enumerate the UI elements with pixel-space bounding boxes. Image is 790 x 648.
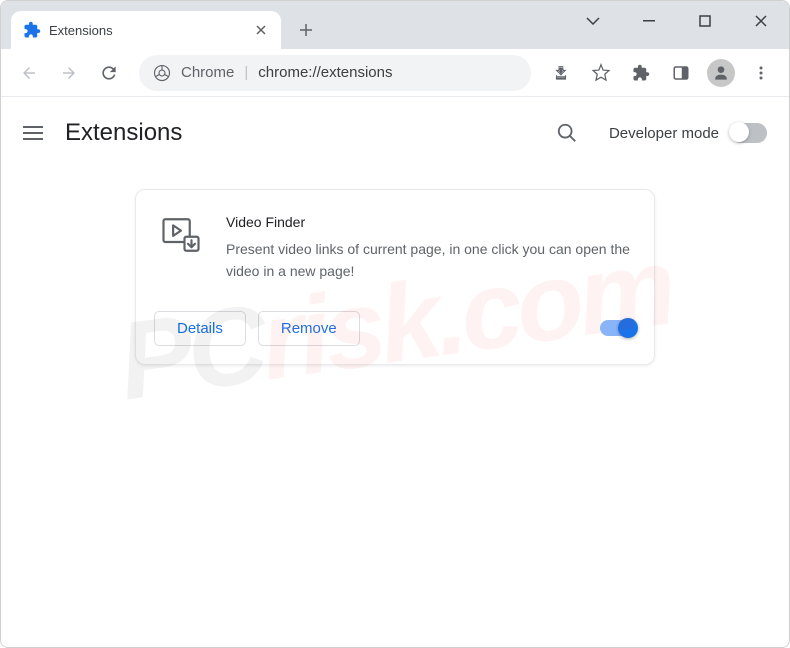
extensions-page: Extensions Developer mode — [1, 97, 789, 647]
menu-hamburger-button[interactable] — [23, 126, 43, 140]
window-maximize-button[interactable] — [677, 1, 733, 41]
browser-tab[interactable]: Extensions — [11, 11, 281, 49]
minimize-icon — [643, 20, 655, 22]
window-minimize-button[interactable] — [621, 1, 677, 41]
kebab-icon — [753, 65, 769, 81]
developer-mode-toggle[interactable] — [731, 123, 767, 143]
chrome-icon — [153, 64, 171, 82]
extension-name: Video Finder — [226, 214, 630, 230]
window-close-button[interactable] — [733, 1, 789, 41]
extensions-list: Video Finder Present video links of curr… — [1, 169, 789, 385]
search-icon — [556, 122, 578, 144]
menu-button[interactable] — [743, 55, 779, 91]
star-icon — [591, 63, 611, 83]
page-header: Extensions Developer mode — [1, 97, 789, 169]
back-button[interactable] — [11, 55, 47, 91]
puzzle-piece-icon — [632, 64, 650, 82]
omnibox-url: chrome://extensions — [258, 64, 517, 81]
omnibox[interactable]: Chrome | chrome://extensions — [139, 55, 531, 91]
bookmark-button[interactable] — [583, 55, 619, 91]
extension-card: Video Finder Present video links of curr… — [135, 189, 655, 365]
sidepanel-icon — [672, 64, 690, 82]
extension-footer: Details Remove — [136, 299, 654, 364]
developer-mode-label: Developer mode — [609, 125, 719, 142]
omnibox-source-label: Chrome — [181, 64, 234, 81]
extension-enable-toggle[interactable] — [600, 320, 636, 336]
window-dropdown-button[interactable] — [565, 1, 621, 41]
maximize-icon — [699, 15, 711, 27]
profile-avatar[interactable] — [707, 59, 735, 87]
details-button[interactable]: Details — [154, 311, 246, 346]
tab-close-button[interactable] — [253, 22, 269, 38]
plus-icon — [299, 23, 313, 37]
extensions-button[interactable] — [623, 55, 659, 91]
video-finder-icon — [160, 214, 202, 256]
chevron-down-icon — [586, 17, 600, 25]
person-icon — [711, 63, 731, 83]
new-tab-button[interactable] — [291, 15, 321, 45]
reload-button[interactable] — [91, 55, 127, 91]
extension-info: Video Finder Present video links of curr… — [226, 214, 630, 283]
search-button[interactable] — [547, 113, 587, 153]
share-button[interactable] — [543, 55, 579, 91]
browser-window: Extensions — [0, 0, 790, 648]
page-title: Extensions — [65, 119, 525, 147]
tab-title: Extensions — [49, 23, 245, 38]
reload-icon — [99, 63, 119, 83]
extension-description: Present video links of current page, in … — [226, 238, 630, 283]
developer-mode-control: Developer mode — [609, 123, 767, 143]
window-controls — [565, 1, 789, 41]
puzzle-piece-icon — [23, 21, 41, 39]
tab-strip: Extensions — [1, 1, 789, 49]
arrow-right-icon — [60, 64, 78, 82]
forward-button[interactable] — [51, 55, 87, 91]
omnibox-separator: | — [244, 64, 248, 81]
remove-button[interactable]: Remove — [258, 311, 360, 346]
share-icon — [552, 64, 570, 82]
extension-body: Video Finder Present video links of curr… — [136, 190, 654, 299]
close-icon — [755, 15, 767, 27]
browser-toolbar: Chrome | chrome://extensions — [1, 49, 789, 97]
arrow-left-icon — [20, 64, 38, 82]
sidepanel-button[interactable] — [663, 55, 699, 91]
close-icon — [256, 25, 266, 35]
